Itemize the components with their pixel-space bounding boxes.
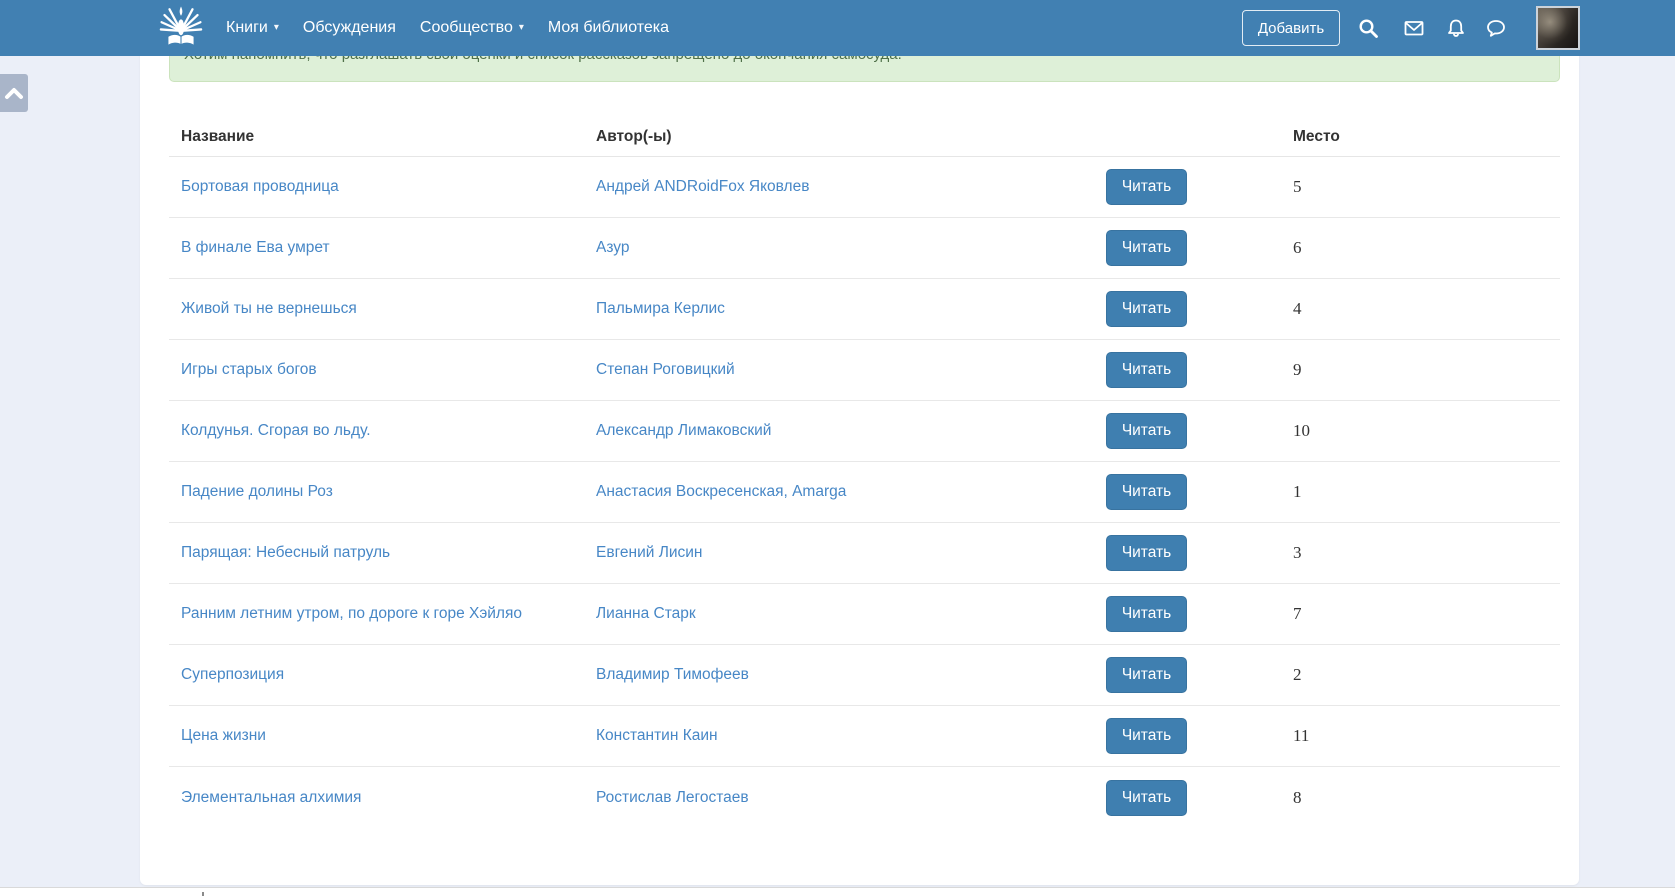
book-title-link[interactable]: Ранним летним утром, по дороге к горе Хэ… <box>181 605 522 622</box>
place-number: 8 <box>1293 788 1302 807</box>
table-row: Элементальная алхимия Ростислав Легостае… <box>169 767 1560 828</box>
read-button[interactable]: Читать <box>1106 352 1187 388</box>
book-title-link[interactable]: Живой ты не вернешься <box>181 300 357 317</box>
book-title-link[interactable]: В финале Ева умрет <box>181 239 330 256</box>
place-number: 7 <box>1293 604 1302 623</box>
author-link[interactable]: Анастасия Воскресенская, Amarga <box>596 483 846 500</box>
author-link[interactable]: Владимир Тимофеев <box>596 666 749 683</box>
author-link[interactable]: Константин Каин <box>596 727 718 744</box>
header-place: Место <box>1187 128 1560 156</box>
table-row: Цена жизни Константин Каин Читать 11 <box>169 706 1560 767</box>
author-today-phoenix-logo[interactable] <box>158 5 204 51</box>
nav-item-label: Книги <box>226 19 268 37</box>
footer-cutoff-text <box>202 892 204 896</box>
nav-item-label: Моя библиотека <box>548 19 669 37</box>
bell-icon[interactable] <box>1446 18 1466 38</box>
top-navbar: Книги ▾ Обсуждения Сообщество ▾ Моя библ… <box>0 0 1675 56</box>
read-button[interactable]: Читать <box>1106 474 1187 510</box>
main-content-card: Хотим напомнить, что разглашать свои оце… <box>140 20 1579 885</box>
chat-bubble-icon[interactable] <box>1486 18 1506 38</box>
table-body: Бортовая проводница Андрей ANDRoidFox Як… <box>169 157 1560 828</box>
book-title-link[interactable]: Колдунья. Сгорая во льду. <box>181 422 371 439</box>
place-number: 2 <box>1293 665 1302 684</box>
nav-item-label: Сообщество <box>420 19 513 37</box>
book-title-link[interactable]: Парящая: Небесный патруль <box>181 544 390 561</box>
author-link[interactable]: Андрей ANDRoidFox Яковлев <box>596 178 809 195</box>
table-row: Суперпозиция Владимир Тимофеев Читать 2 <box>169 645 1560 706</box>
add-button[interactable]: Добавить <box>1242 10 1340 46</box>
footer-strip <box>0 887 1675 896</box>
caret-down-icon: ▾ <box>519 23 524 33</box>
book-title-link[interactable]: Падение долины Роз <box>181 483 333 500</box>
nav-item-my-library[interactable]: Моя библиотека <box>548 19 669 37</box>
nav-item-books[interactable]: Книги ▾ <box>226 19 279 37</box>
place-number: 9 <box>1293 360 1302 379</box>
read-button[interactable]: Читать <box>1106 780 1187 816</box>
read-button[interactable]: Читать <box>1106 413 1187 449</box>
read-button[interactable]: Читать <box>1106 291 1187 327</box>
table-row: Ранним летним утром, по дороге к горе Хэ… <box>169 584 1560 645</box>
place-number: 6 <box>1293 238 1302 257</box>
read-button[interactable]: Читать <box>1106 169 1187 205</box>
book-title-link[interactable]: Бортовая проводница <box>181 178 339 195</box>
book-title-link[interactable]: Игры старых богов <box>181 361 317 378</box>
author-link[interactable]: Азур <box>596 239 629 256</box>
nav-item-discussions[interactable]: Обсуждения <box>303 19 396 37</box>
book-title-link[interactable]: Цена жизни <box>181 727 266 744</box>
table-row: Бортовая проводница Андрей ANDRoidFox Як… <box>169 157 1560 218</box>
author-link[interactable]: Евгений Лисин <box>596 544 703 561</box>
table-row: В финале Ева умрет Азур Читать 6 <box>169 218 1560 279</box>
table-row: Игры старых богов Степан Роговицкий Чита… <box>169 340 1560 401</box>
user-avatar[interactable] <box>1536 6 1580 50</box>
author-link[interactable]: Степан Роговицкий <box>596 361 735 378</box>
place-number: 11 <box>1293 726 1309 745</box>
place-number: 10 <box>1293 421 1310 440</box>
nav-item-community[interactable]: Сообщество ▾ <box>420 19 524 37</box>
read-button[interactable]: Читать <box>1106 718 1187 754</box>
page: Хотим напомнить, что разглашать свои оце… <box>0 0 1675 896</box>
table-header-row: Название Автор(-ы) Место <box>169 102 1560 157</box>
book-title-link[interactable]: Элементальная алхимия <box>181 789 361 806</box>
read-button[interactable]: Читать <box>1106 657 1187 693</box>
read-button[interactable]: Читать <box>1106 596 1187 632</box>
table-row: Падение долины Роз Анастасия Воскресенск… <box>169 462 1560 523</box>
table-row: Парящая: Небесный патруль Евгений Лисин … <box>169 523 1560 584</box>
author-link[interactable]: Ростислав Легостаев <box>596 789 749 806</box>
author-link[interactable]: Лианна Старк <box>596 605 696 622</box>
place-number: 3 <box>1293 543 1302 562</box>
scroll-to-top-button[interactable] <box>0 74 28 112</box>
header-actions-spacer <box>1106 146 1187 156</box>
stories-table: Название Автор(-ы) Место Бортовая провод… <box>169 102 1560 828</box>
nav-item-label: Обсуждения <box>303 19 396 37</box>
envelope-icon[interactable] <box>1404 18 1424 38</box>
table-row: Живой ты не вернешься Пальмира Керлис Чи… <box>169 279 1560 340</box>
header-authors: Автор(-ы) <box>596 128 1106 156</box>
chevron-up-icon <box>4 86 24 100</box>
author-link[interactable]: Александр Лимаковский <box>596 422 771 439</box>
search-icon[interactable] <box>1358 18 1378 38</box>
read-button[interactable]: Читать <box>1106 535 1187 571</box>
book-title-link[interactable]: Суперпозиция <box>181 666 284 683</box>
table-row: Колдунья. Сгорая во льду. Александр Лима… <box>169 401 1560 462</box>
nav-menu: Книги ▾ Обсуждения Сообщество ▾ Моя библ… <box>226 0 669 56</box>
author-link[interactable]: Пальмира Керлис <box>596 300 725 317</box>
caret-down-icon: ▾ <box>274 23 279 33</box>
place-number: 5 <box>1293 177 1302 196</box>
header-title: Название <box>169 128 596 156</box>
place-number: 4 <box>1293 299 1302 318</box>
read-button[interactable]: Читать <box>1106 230 1187 266</box>
place-number: 1 <box>1293 482 1302 501</box>
